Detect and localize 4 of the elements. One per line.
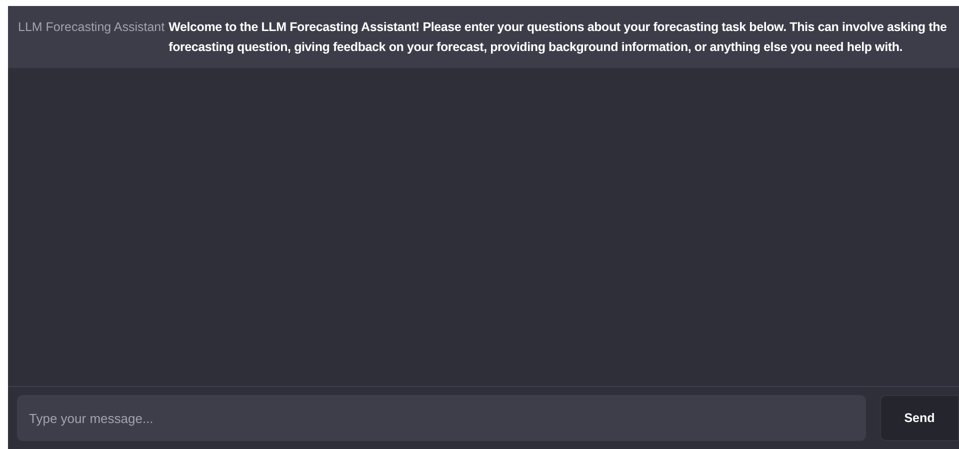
sender-name: LLM Forecasting Assistant <box>18 19 165 36</box>
message-input[interactable]: Type your message... <box>17 395 866 441</box>
message-text: Welcome to the LLM Forecasting Assistant! Please enter your questions about your forecasting task below. This can involve asking the forecasting question, giving feedback on your forecast, providing background information, or anything else you need help with. <box>168 19 948 56</box>
send-button[interactable]: Send <box>880 395 959 441</box>
